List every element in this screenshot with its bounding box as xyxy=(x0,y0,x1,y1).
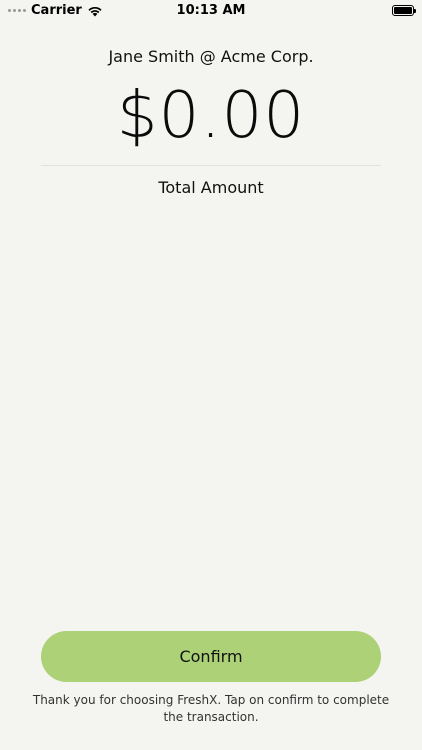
status-time: 10:13 AM xyxy=(176,3,246,18)
battery-icon xyxy=(392,5,416,16)
status-bar: Carrier 10:13 AM xyxy=(0,0,422,22)
merchant-line: Jane Smith @ Acme Corp. xyxy=(108,47,314,66)
total-amount-value: $0.00 xyxy=(116,79,306,153)
divider xyxy=(41,165,381,166)
total-amount-label: Total Amount xyxy=(158,178,264,197)
footer-note: Thank you for choosing FreshX. Tap on co… xyxy=(32,693,390,724)
confirm-button[interactable]: Confirm xyxy=(41,631,381,682)
